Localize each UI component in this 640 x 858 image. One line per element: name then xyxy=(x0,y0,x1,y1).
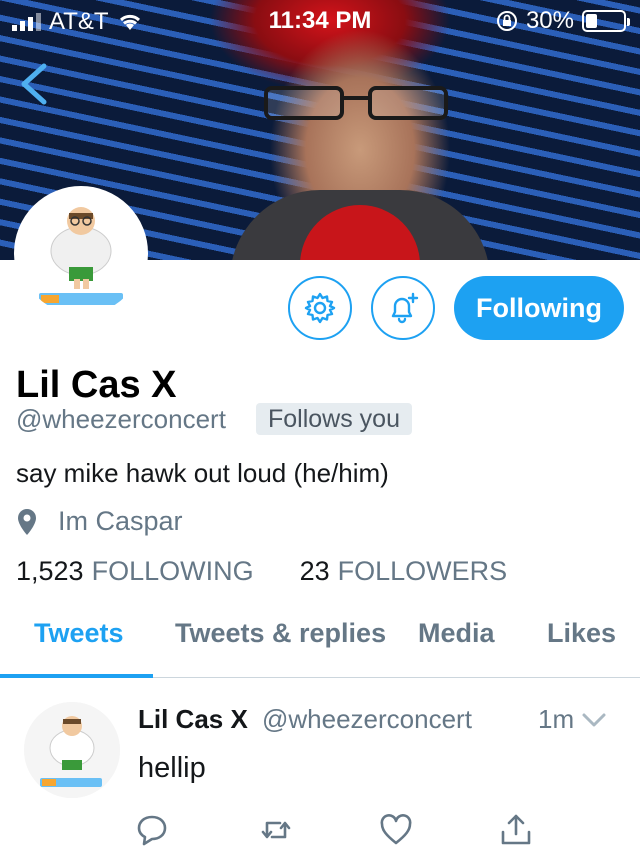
profile-handle: @wheezerconcert xyxy=(16,404,226,434)
heart-icon[interactable] xyxy=(378,812,414,848)
tweet-avatar-illustration xyxy=(24,702,120,798)
tab-likes[interactable]: Likes xyxy=(547,618,616,649)
follows-you-badge: Follows you xyxy=(256,403,412,435)
settings-button[interactable] xyxy=(288,276,352,340)
reply-icon[interactable] xyxy=(134,812,170,848)
battery-percent: 30% xyxy=(525,7,574,34)
tab-media[interactable]: Media xyxy=(418,618,495,649)
location-text: Im Caspar xyxy=(58,506,183,536)
retweet-icon[interactable] xyxy=(258,812,294,848)
profile-avatar[interactable] xyxy=(14,186,148,320)
battery-icon xyxy=(582,10,630,32)
following-label: FOLLOWING xyxy=(91,556,254,586)
profile-location: Im Caspar xyxy=(16,506,183,537)
tweet-avatar[interactable] xyxy=(24,702,120,798)
active-tab-indicator xyxy=(0,674,153,678)
status-bar: AT&T 11:34 PM 30% xyxy=(0,0,640,40)
avatar-illustration xyxy=(19,191,143,315)
status-right: 30% xyxy=(496,7,630,35)
following-button[interactable]: Following xyxy=(454,276,624,340)
followers-label: FOLLOWERS xyxy=(337,556,508,586)
share-icon[interactable] xyxy=(498,812,534,848)
tweet-author-handle[interactable]: @wheezerconcert xyxy=(262,704,472,735)
rotation-lock-icon xyxy=(496,11,517,31)
tweet-author-name[interactable]: Lil Cas X xyxy=(138,704,248,735)
profile-stats: 1,523 FOLLOWING 23 FOLLOWERS xyxy=(16,556,507,587)
profile-bio: say mike hawk out loud (he/him) xyxy=(16,458,389,488)
chevron-down-icon[interactable] xyxy=(580,708,608,732)
tweet-timestamp: 1m xyxy=(538,704,575,734)
followers-count: 23 xyxy=(299,556,330,586)
notifications-button[interactable] xyxy=(371,276,435,340)
profile-tabs: Tweets Tweets & replies Media Likes xyxy=(0,604,640,678)
followers-stat[interactable]: 23 FOLLOWERS xyxy=(300,556,508,587)
profile-name: Lil Cas X xyxy=(16,364,177,406)
banner-glasses xyxy=(264,86,448,120)
tab-tweets-and-replies[interactable]: Tweets & replies xyxy=(175,618,386,649)
following-count: 1,523 xyxy=(16,556,84,586)
following-stat[interactable]: 1,523 FOLLOWING xyxy=(16,556,254,587)
bell-plus-icon xyxy=(391,292,419,324)
back-chevron-icon[interactable] xyxy=(14,60,54,108)
map-pin-icon xyxy=(18,508,36,535)
tweet-text: hellip xyxy=(138,752,206,784)
gear-icon xyxy=(304,292,336,324)
tab-tweets[interactable]: Tweets xyxy=(34,618,124,649)
